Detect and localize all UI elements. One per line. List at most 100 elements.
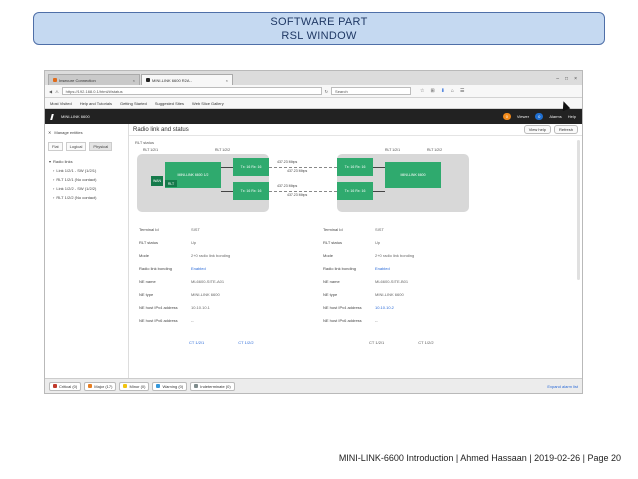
property-row: RLT status Up <box>139 240 230 253</box>
help-link[interactable]: Help <box>568 114 576 119</box>
tab-flat[interactable]: Flat <box>48 142 63 151</box>
port-link[interactable]: CT 1/2/1 <box>189 340 204 345</box>
user-count-badge[interactable]: 0 <box>535 113 544 120</box>
alarm-statusbar: Critical (0) Major (17) Minor (0) Warning (… <box>45 378 582 393</box>
property-value: 10.10.10.1 <box>191 305 210 310</box>
rf-unit[interactable]: Tx: 16 Rx: 16 <box>337 158 373 176</box>
toolbar-icons: ☆ ⊞ ⬇ ⌂ ☰ <box>420 88 464 94</box>
close-tab-icon[interactable]: × <box>226 78 228 83</box>
tab-label: MINI-LINK 6600 R2A - <box>152 77 192 83</box>
tab-logical[interactable]: Logical <box>65 142 87 151</box>
tree-root-radio-links[interactable]: ▾ Radio links <box>48 157 125 166</box>
property-value[interactable]: Enabled <box>191 266 206 279</box>
tab-label: Insecure Connection <box>59 77 96 83</box>
url-input[interactable]: https://192.168.0.1/html/#/status <box>61 87 322 95</box>
rf-unit[interactable]: Tx: 16 Rx: 16 <box>337 182 373 200</box>
alarm-filter-chip[interactable]: Indeterminate (0) <box>190 381 235 391</box>
bookmark-item[interactable]: Web Slice Gallery <box>192 101 224 106</box>
browser-screenshot: Insecure Connection × MINI-LINK 6600 R2A… <box>44 70 583 394</box>
chevron-right-icon[interactable]: › <box>53 186 54 191</box>
alarm-filter-chip[interactable]: Minor (0) <box>119 381 150 391</box>
property-row: RLT status Up <box>323 240 414 253</box>
download-icon[interactable]: ⬇ <box>441 88 445 94</box>
back-icon[interactable]: ◀ <box>49 89 52 94</box>
chevron-right-icon[interactable]: › <box>53 177 54 182</box>
refresh-button[interactable]: Refresh <box>553 125 578 134</box>
library-icon[interactable]: ⊞ <box>431 88 435 94</box>
warning-icon <box>53 78 57 82</box>
property-value: SIST <box>191 227 200 232</box>
rf-unit[interactable]: Tx: 16 Rx: 16 <box>233 182 269 200</box>
alarm-count-badge[interactable]: 0 <box>502 113 511 120</box>
port-label: RLT 1/2/1 <box>385 148 401 152</box>
rf-unit[interactable]: Tx: 16 Rx: 16 <box>233 158 269 176</box>
bookmark-item[interactable]: Most Visited <box>50 101 72 106</box>
property-value[interactable]: Enabled <box>375 266 390 279</box>
alarm-filter-label: Major (17) <box>94 383 113 389</box>
close-icon[interactable]: ✕ <box>48 130 51 135</box>
expand-alarm-list-link[interactable]: Expand alarm list <box>547 384 578 389</box>
property-row: NE name ML6600-SITE-A01 <box>139 279 230 292</box>
view-help-button[interactable]: View help <box>523 125 551 134</box>
page-title: Radio link and status <box>133 126 189 133</box>
alarm-filter-label: Warning (0) <box>162 383 184 389</box>
chevron-right-icon[interactable]: › <box>53 195 54 200</box>
vertical-scrollbar[interactable] <box>577 140 580 280</box>
property-value: MINI-LINK 6600 <box>191 292 220 297</box>
property-value: Up <box>375 240 381 245</box>
property-value[interactable]: 10.10.10.2 <box>375 305 394 318</box>
browser-tabbar: Insecure Connection × MINI-LINK 6600 R2A… <box>45 71 582 85</box>
app-brand: MINI-LINK 6600 <box>61 114 90 119</box>
close-window-icon[interactable]: × <box>574 76 577 82</box>
far-port-links: CT 1/2/1 CT 1/2/2 <box>369 340 434 345</box>
near-end-properties: Terminal Id SIST RLT status Up Mode 2+0 radio… <box>139 227 230 331</box>
alarm-filter-chip[interactable]: Warning (0) <box>152 381 188 391</box>
minimize-icon[interactable]: – <box>556 76 559 82</box>
sidebar: ✕ Manage entities Flat Logical Physical … <box>45 124 129 378</box>
slide-title-line2: RSL WINDOW <box>281 30 357 42</box>
search-input[interactable]: Search <box>331 87 412 95</box>
property-row: NE type MINI-LINK 6600 <box>323 292 414 305</box>
lock-icon: ⚠ <box>55 88 59 94</box>
browser-tab-minilink[interactable]: MINI-LINK 6600 R2A - × <box>141 74 233 85</box>
browser-tab-insecure[interactable]: Insecure Connection × <box>48 74 140 85</box>
tree-label: Link 1/2/2 - SW (1/2/2) <box>56 186 97 191</box>
close-tab-icon[interactable]: × <box>133 78 135 83</box>
port-link[interactable]: CT 1/2/2 <box>418 340 433 345</box>
tree-item-rlt-1[interactable]: › RLT 1/2/1 (No contact) <box>48 175 125 184</box>
maximize-icon[interactable]: □ <box>565 76 568 82</box>
tree-label: Radio links <box>53 159 73 164</box>
home-icon[interactable]: ⌂ <box>451 88 454 94</box>
tree-label: RLT 1/2/2 (No contact) <box>56 195 97 200</box>
app-body: ✕ Manage entities Flat Logical Physical … <box>45 124 582 378</box>
bookmark-item[interactable]: Suggested Sites <box>155 101 184 106</box>
menu-icon[interactable]: ☰ <box>460 88 464 94</box>
alarm-filter-label: Minor (0) <box>129 383 146 389</box>
sidebar-tabs: Flat Logical Physical <box>48 142 125 151</box>
port-link[interactable]: CT 1/2/1 <box>369 340 384 345</box>
wan-unit[interactable]: WAN <box>151 176 163 186</box>
alarm-filter-chip[interactable]: Major (17) <box>84 381 117 391</box>
chevron-right-icon[interactable]: › <box>53 168 54 173</box>
property-key: NE host IPv6 address <box>323 318 362 323</box>
property-row: NE name ML6600-SITE-B01 <box>323 279 414 292</box>
tree-item-link-1[interactable]: › Link 1/2/1 - SW (1/2/1) <box>48 166 125 175</box>
far-main-unit[interactable]: MINI-LINK 6600 <box>385 162 441 188</box>
reload-icon[interactable]: ↻ <box>325 89 328 94</box>
section-label: RLT status <box>135 140 154 145</box>
port-link[interactable]: CT 1/2/2 <box>238 340 253 345</box>
browser-urlbar: ◀ ⚠ https://192.168.0.1/html/#/status ↻ … <box>45 85 582 98</box>
bookmark-item[interactable]: Getting Started <box>120 101 147 106</box>
alarm-filter-chip[interactable]: Critical (0) <box>49 381 82 391</box>
tree-item-rlt-2[interactable]: › RLT 1/2/2 (No contact) <box>48 193 125 202</box>
tree-item-link-2[interactable]: › Link 1/2/2 - SW (1/2/2) <box>48 184 125 193</box>
link-line <box>373 167 385 168</box>
bookmark-item[interactable]: Help and Tutorials <box>80 101 112 106</box>
tab-physical[interactable]: Physical <box>89 142 113 151</box>
rlt-unit[interactable]: RLT <box>165 180 177 187</box>
bookmark-star-icon[interactable]: ☆ <box>420 88 424 94</box>
property-key: NE host IPv4 address <box>323 305 362 310</box>
chevron-down-icon[interactable]: ▾ <box>49 159 51 164</box>
main-panel: Radio link and status View help Refresh … <box>129 124 582 378</box>
property-key: NE name <box>323 279 340 284</box>
